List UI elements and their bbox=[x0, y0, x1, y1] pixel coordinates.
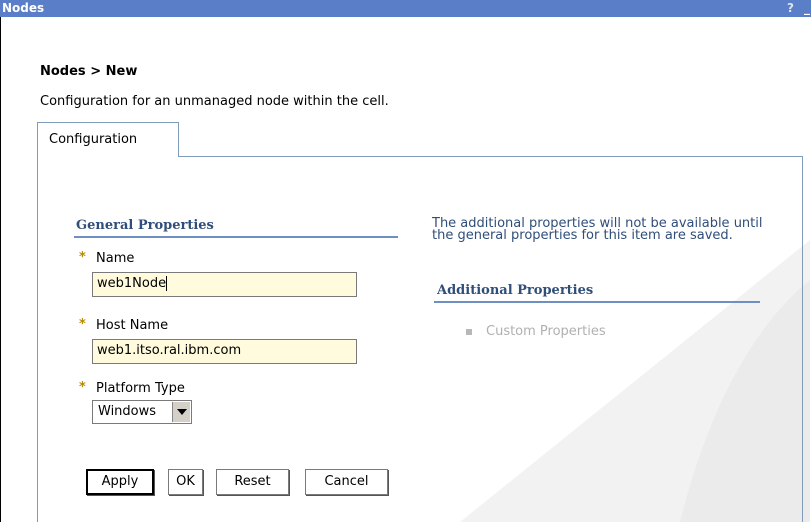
title-bar: Nodes ? _ bbox=[0, 0, 811, 17]
additional-properties-info: The additional properties will not be av… bbox=[432, 216, 763, 243]
cancel-button[interactable]: Cancel bbox=[305, 469, 388, 495]
host-name-label: Host Name bbox=[96, 318, 169, 333]
platform-type-label: Platform Type bbox=[96, 381, 185, 396]
breadcrumb: Nodes > New bbox=[40, 64, 138, 79]
platform-type-value: Windows bbox=[98, 404, 157, 419]
panel-border-top bbox=[178, 156, 803, 157]
page-description: Configuration for an unmanaged node with… bbox=[40, 94, 389, 109]
panel-border-right bbox=[802, 156, 803, 522]
required-icon: * bbox=[79, 380, 86, 395]
custom-properties-link: Custom Properties bbox=[486, 324, 606, 339]
window-left-border bbox=[0, 17, 1, 522]
name-field[interactable]: web1Node bbox=[92, 272, 357, 297]
window-title: Nodes bbox=[2, 1, 45, 15]
chevron-down-icon[interactable] bbox=[172, 402, 190, 422]
tab-label: Configuration bbox=[49, 132, 138, 147]
host-name-field-value: web1.itso.ral.ibm.com bbox=[97, 343, 242, 358]
name-field-value: web1Node bbox=[97, 276, 167, 291]
ok-button[interactable]: OK bbox=[168, 469, 203, 495]
additional-properties-heading: Additional Properties bbox=[437, 283, 594, 298]
name-label: Name bbox=[96, 251, 135, 266]
apply-button[interactable]: Apply bbox=[86, 469, 154, 495]
text-cursor bbox=[166, 276, 168, 291]
panel-border-left bbox=[37, 156, 38, 522]
list-item-custom-properties: Custom Properties bbox=[466, 324, 606, 339]
additional-properties-rule bbox=[434, 301, 760, 303]
host-name-field[interactable]: web1.itso.ral.ibm.com bbox=[92, 339, 357, 364]
general-properties-rule bbox=[74, 236, 398, 238]
tab-configuration[interactable]: Configuration bbox=[37, 122, 179, 157]
reset-button[interactable]: Reset bbox=[216, 469, 289, 495]
watermark-graphic bbox=[460, 240, 810, 522]
minimize-icon[interactable]: _ bbox=[804, 1, 810, 15]
required-icon: * bbox=[79, 317, 86, 332]
platform-type-select[interactable]: Windows bbox=[92, 400, 192, 424]
bullet-icon bbox=[466, 328, 472, 335]
required-icon: * bbox=[79, 250, 86, 265]
general-properties-heading: General Properties bbox=[76, 218, 214, 233]
help-icon[interactable]: ? bbox=[787, 1, 794, 15]
